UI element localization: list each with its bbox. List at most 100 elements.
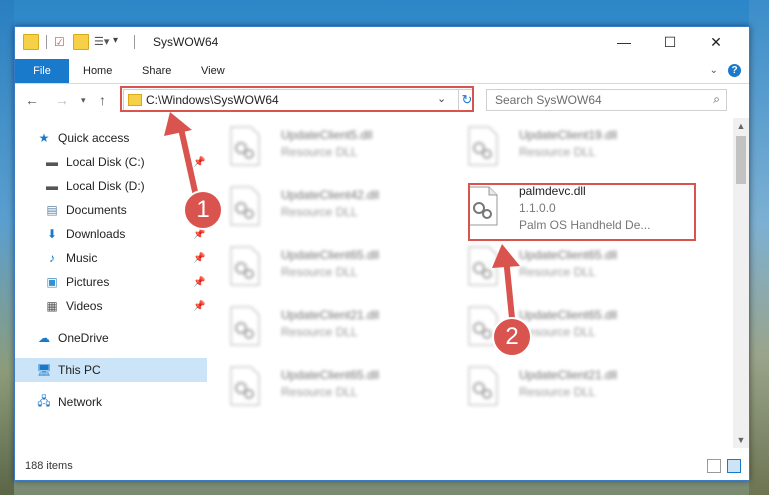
file-name: UpdateClient21.dll: [281, 308, 380, 322]
tab-home[interactable]: Home: [83, 59, 112, 83]
search-input[interactable]: Search SysWOW64 ⌕: [486, 89, 727, 111]
sidebar-item-label: Music: [66, 251, 98, 265]
file-item[interactable]: UpdateClient19.dll Resource DLL: [447, 122, 667, 176]
documents-icon: ▤: [46, 203, 58, 217]
sidebar-item-label: Local Disk (C:): [66, 155, 145, 169]
file-list: UpdateClient5.dll Resource DLL UpdateCli…: [209, 118, 722, 448]
file-name: UpdateClient21.dll: [519, 368, 618, 382]
sidebar-item-quick-access[interactable]: ★ Quick access: [15, 126, 207, 150]
qat-dropdown-icon[interactable]: ▾: [113, 35, 127, 49]
file-type: Resource DLL: [281, 385, 358, 399]
file-type: Resource DLL: [281, 205, 358, 219]
minimize-button[interactable]: —: [601, 27, 647, 57]
drive-icon: ▬: [46, 179, 58, 193]
file-item[interactable]: UpdateClient65.dll Resource DLL: [447, 302, 667, 356]
new-folder-icon[interactable]: [73, 34, 89, 50]
pin-icon[interactable]: 📌: [193, 157, 205, 168]
file-type: Resource DLL: [519, 265, 596, 279]
dll-file-icon: [230, 366, 260, 406]
pin-icon[interactable]: 📌: [193, 301, 205, 312]
desktop-background-right: [749, 0, 769, 495]
pin-icon[interactable]: 📌: [193, 253, 205, 264]
pin-icon[interactable]: 📌: [193, 277, 205, 288]
file-item[interactable]: UpdateClient5.dll Resource DLL: [209, 122, 429, 176]
sidebar-item-label: Quick access: [58, 131, 130, 145]
scroll-thumb[interactable]: [736, 136, 746, 184]
videos-icon: ▦: [46, 299, 58, 313]
ribbon-controls: ⌄ ?: [710, 64, 741, 77]
tiles-view-icon[interactable]: [727, 459, 741, 473]
file-item[interactable]: UpdateClient21.dll Resource DLL: [209, 302, 429, 356]
dll-file-icon: [468, 366, 498, 406]
file-item[interactable]: UpdateClient65.dll Resource DLL: [209, 362, 429, 416]
status-bar: 188 items: [15, 455, 749, 479]
tab-share[interactable]: Share: [142, 59, 171, 83]
file-item[interactable]: UpdateClient21.dll Resource DLL: [447, 362, 667, 416]
sidebar-item-pictures[interactable]: ▣ Pictures 📌: [15, 270, 207, 294]
file-type: Resource DLL: [519, 145, 596, 159]
sidebar-item-local-disk-c[interactable]: ▬ Local Disk (C:) 📌: [15, 150, 207, 174]
navigation-pane: ★ Quick access ▬ Local Disk (C:) 📌 ▬ Loc…: [15, 118, 207, 448]
desktop-background-left: [0, 0, 14, 495]
title-bar: ☑ ☰▾ ▾ SysWOW64 — ☐ ✕: [15, 27, 749, 59]
download-icon: ⬇: [46, 227, 58, 241]
file-type: Resource DLL: [281, 325, 358, 339]
dll-file-icon: [468, 126, 498, 166]
scroll-down-icon[interactable]: ▼: [733, 432, 749, 448]
sidebar-item-music[interactable]: ♪ Music 📌: [15, 246, 207, 270]
view-buttons: [707, 459, 741, 473]
forward-icon[interactable]: →: [55, 92, 69, 108]
file-name: UpdateClient19.dll: [519, 128, 618, 142]
file-name: UpdateClient65.dll: [519, 248, 618, 262]
computer-icon: 🖥: [36, 363, 52, 377]
dll-file-icon: [230, 126, 260, 166]
window-title: SysWOW64: [153, 35, 219, 49]
maximize-button[interactable]: ☐: [647, 27, 693, 57]
scroll-up-icon[interactable]: ▲: [733, 118, 749, 134]
details-view-icon[interactable]: [707, 459, 721, 473]
dll-file-icon: [230, 306, 260, 346]
file-item[interactable]: UpdateClient65.dll Resource DLL: [447, 242, 667, 296]
sidebar-item-network[interactable]: 🖧 Network: [15, 390, 207, 414]
file-item[interactable]: UpdateClient65.dll Resource DLL: [209, 242, 429, 296]
customize-toolbar-icon[interactable]: ☰▾: [94, 35, 109, 49]
tab-file[interactable]: File: [15, 59, 69, 83]
recent-locations-icon[interactable]: ▾: [81, 95, 86, 106]
drive-icon: ▬: [46, 155, 58, 169]
sidebar-item-this-pc[interactable]: 🖥 This PC: [15, 358, 207, 382]
sidebar-item-local-disk-d[interactable]: ▬ Local Disk (D:): [15, 174, 207, 198]
step-marker-2: 2: [492, 317, 532, 357]
sidebar-item-videos[interactable]: ▦ Videos 📌: [15, 294, 207, 318]
properties-icon[interactable]: ☑: [54, 35, 68, 49]
back-icon[interactable]: ←: [25, 92, 39, 108]
file-highlight: [468, 183, 696, 241]
dll-file-icon: [230, 186, 260, 226]
help-icon[interactable]: ?: [728, 64, 741, 77]
search-placeholder: Search SysWOW64: [495, 93, 602, 107]
dll-file-icon: [230, 246, 260, 286]
file-name: UpdateClient65.dll: [281, 248, 380, 262]
pictures-icon: ▣: [46, 275, 58, 289]
close-button[interactable]: ✕: [693, 27, 739, 57]
sidebar-item-label: Videos: [66, 299, 103, 313]
sidebar-item-label: Documents: [66, 203, 127, 217]
sidebar-item-label: OneDrive: [58, 331, 109, 345]
sidebar-item-label: Local Disk (D:): [66, 179, 145, 193]
pin-icon[interactable]: 📌: [193, 229, 205, 240]
file-name: UpdateClient65.dll: [519, 308, 618, 322]
file-type: Resource DLL: [281, 265, 358, 279]
sidebar-item-label: Pictures: [66, 275, 110, 289]
up-icon[interactable]: ↑: [99, 92, 106, 108]
search-icon[interactable]: ⌕: [713, 92, 720, 107]
sidebar-item-label: This PC: [58, 363, 101, 377]
sidebar-item-documents[interactable]: ▤ Documents 📌: [15, 198, 207, 222]
sidebar-item-onedrive[interactable]: ☁ OneDrive: [15, 326, 207, 350]
expand-ribbon-icon[interactable]: ⌄: [710, 65, 718, 76]
dll-file-icon: [468, 246, 498, 286]
file-type: Resource DLL: [281, 145, 358, 159]
tab-view[interactable]: View: [201, 59, 225, 83]
sidebar-item-downloads[interactable]: ⬇ Downloads 📌: [15, 222, 207, 246]
vertical-scrollbar[interactable]: ▲ ▼: [733, 118, 749, 448]
address-highlight: [120, 86, 474, 112]
file-item[interactable]: UpdateClient42.dll Resource DLL: [209, 182, 429, 236]
